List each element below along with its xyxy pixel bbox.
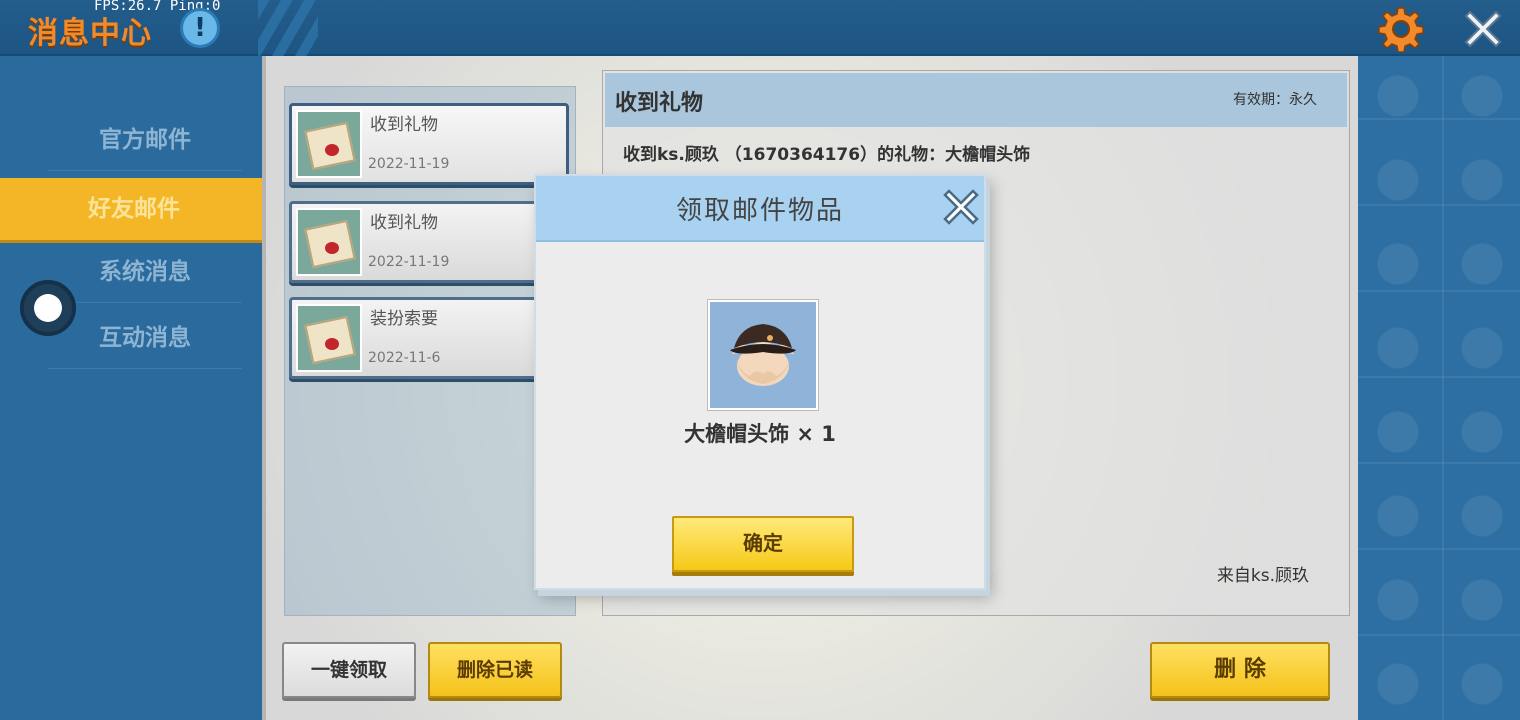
envelope-icon <box>296 208 362 276</box>
gear-icon <box>1378 7 1424 53</box>
sender-label: 来自ks.顾玖 <box>1216 566 1309 586</box>
mail-title: 收到礼物 <box>370 213 438 233</box>
reward-item-slot <box>708 300 818 410</box>
close-button[interactable] <box>1462 8 1504 50</box>
envelope-icon <box>296 110 362 178</box>
list-item[interactable]: 装扮索要 2022-11-6 <box>289 297 569 379</box>
claim-item-dialog: 领取邮件物品 大檐帽头饰 × 1 确定 <box>534 174 986 590</box>
expiry-label: 有效期：永久 <box>1233 92 1317 108</box>
background-pattern <box>1358 56 1520 720</box>
list-item[interactable]: 收到礼物 2022-11-19 <box>289 201 569 283</box>
claim-all-button[interactable]: 一键领取 <box>282 642 416 698</box>
sidebar-item-official-mail[interactable]: 官方邮件 <box>48 109 242 171</box>
mail-date: 2022-11-6 <box>368 350 441 366</box>
mail-date: 2022-11-19 <box>368 156 450 172</box>
settings-button[interactable] <box>1378 6 1424 53</box>
confirm-button[interactable]: 确定 <box>672 516 854 572</box>
header-decoration <box>258 0 318 56</box>
mail-title: 装扮索要 <box>370 309 438 329</box>
sidebar: 官方邮件 好友邮件 系统消息 互动消息 <box>0 56 268 720</box>
mail-date: 2022-11-19 <box>368 254 450 270</box>
mail-title: 收到礼物 <box>370 115 438 135</box>
envelope-icon <box>296 304 362 372</box>
detail-header: 收到礼物 有效期：永久 <box>605 73 1347 127</box>
close-icon <box>1464 10 1502 48</box>
close-icon <box>943 189 979 225</box>
floating-assist-button[interactable] <box>20 280 76 336</box>
delete-button[interactable]: 删 除 <box>1150 642 1330 698</box>
mail-list: 收到礼物 2022-11-19 收到礼物 2022-11-19 装扮索要 202… <box>284 86 576 616</box>
page-title: 消息中心 <box>28 16 152 51</box>
sidebar-item-interaction-messages[interactable]: 互动消息 <box>48 307 242 369</box>
dialog-close-button[interactable] <box>942 188 980 226</box>
sidebar-item-friend-mail[interactable]: 好友邮件 <box>0 178 268 240</box>
mail-body-text: 收到ks.顾玖 （1670364176）的礼物：大檐帽头饰 <box>623 145 1031 165</box>
hat-item-icon <box>730 324 796 386</box>
info-icon[interactable]: ! <box>180 8 220 48</box>
dialog-title: 领取邮件物品 <box>675 196 844 226</box>
dialog-header: 领取邮件物品 <box>536 176 984 242</box>
detail-title: 收到礼物 <box>615 91 704 116</box>
top-bar: 消息中心 FPS:26.7 Ping:0 ! <box>0 0 1520 56</box>
sidebar-item-system-messages[interactable]: 系统消息 <box>48 241 242 303</box>
delete-read-button[interactable]: 删除已读 <box>428 642 562 698</box>
list-item[interactable]: 收到礼物 2022-11-19 <box>289 103 569 185</box>
reward-item-label: 大檐帽头饰 × 1 <box>684 422 836 446</box>
